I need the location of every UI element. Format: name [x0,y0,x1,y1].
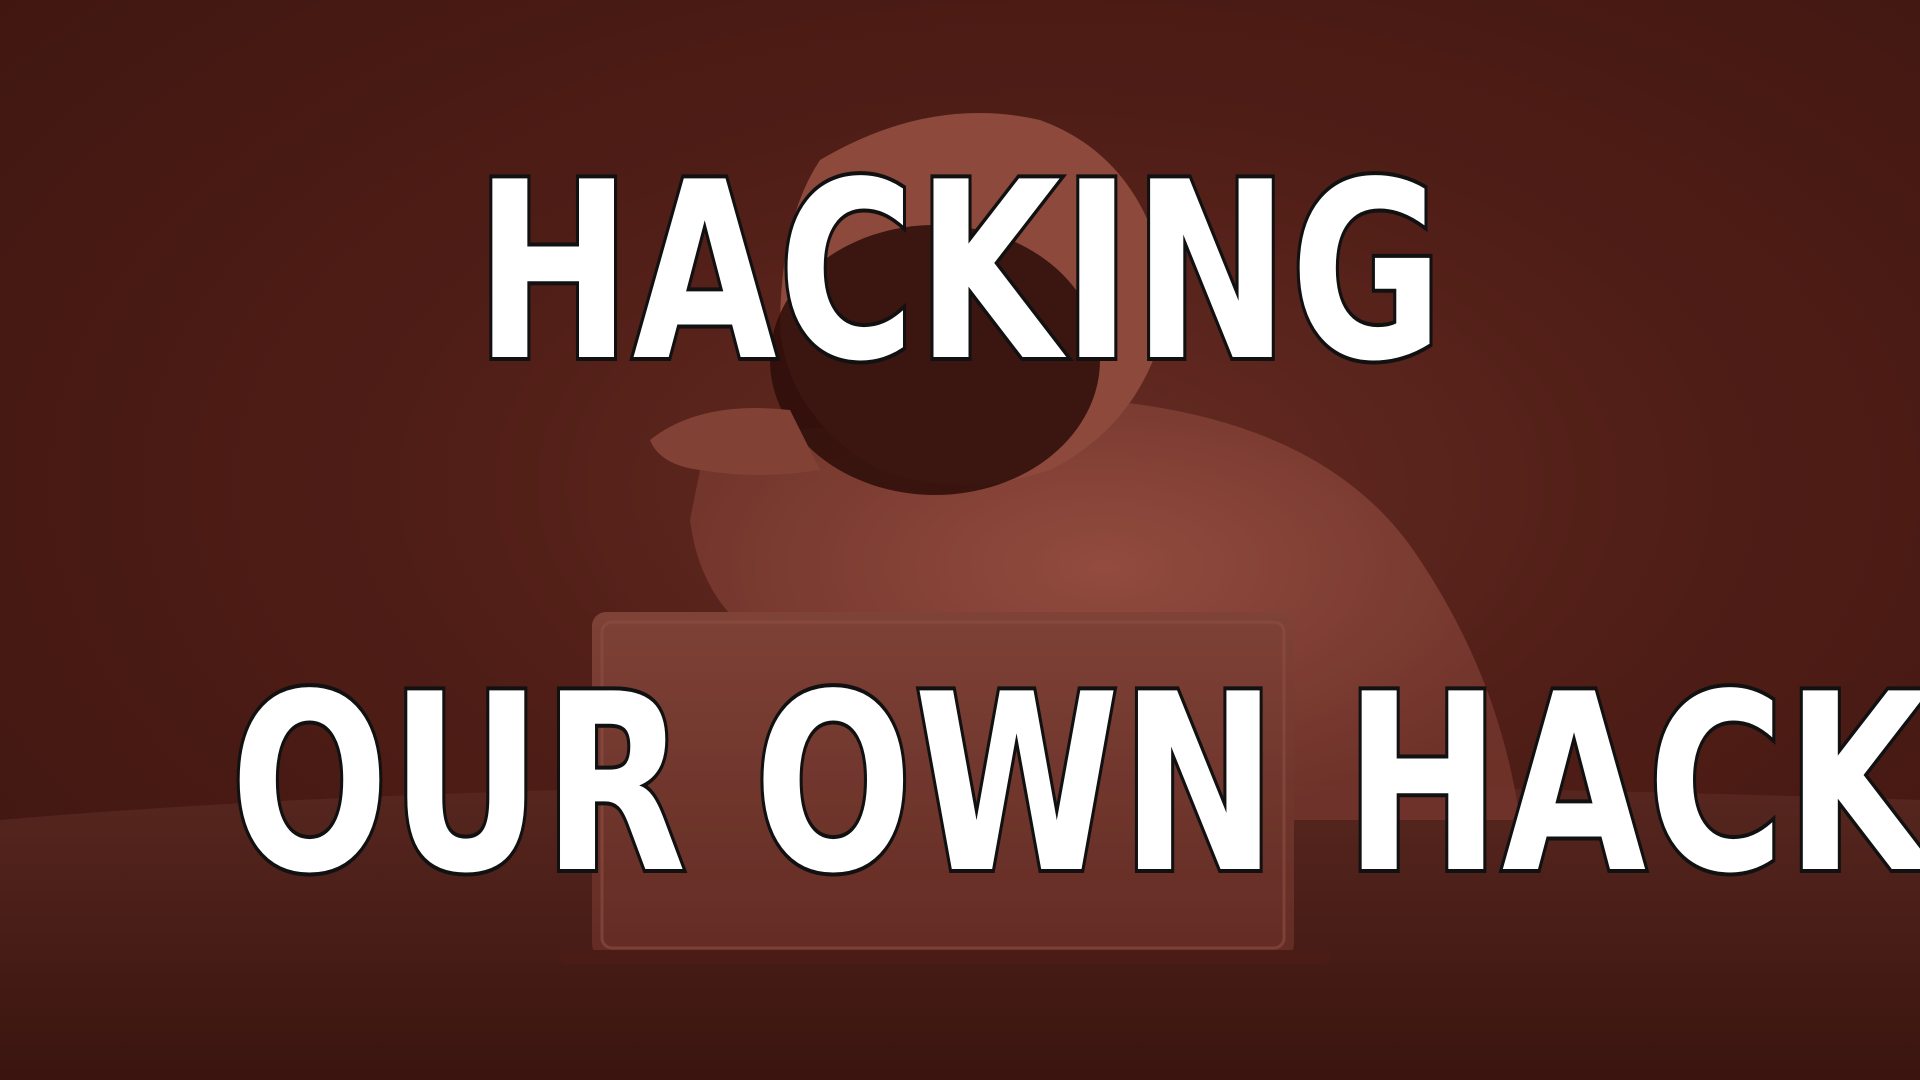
headline-line-1: HACKING [472,130,1446,415]
headline-line-2: OUR OWN HACK? [227,642,1920,927]
thumbnail-scene: HACKING OUR OWN HACK? [0,0,1920,1080]
